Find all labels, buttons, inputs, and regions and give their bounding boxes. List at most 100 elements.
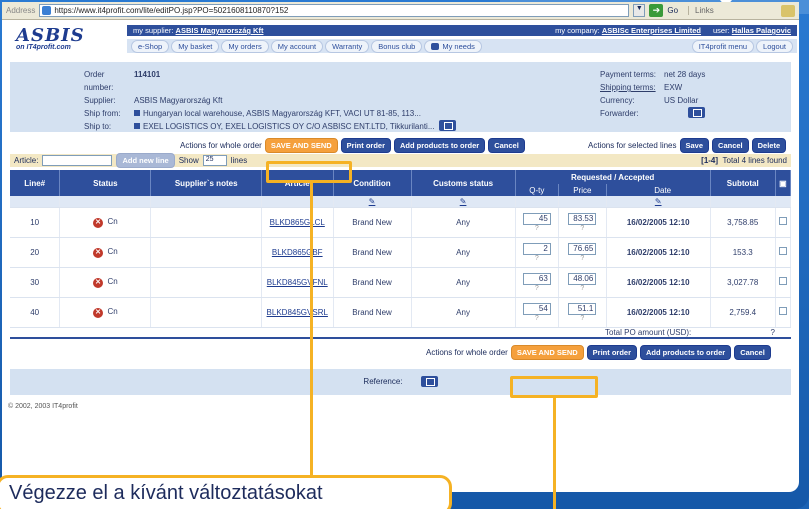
table-row: 40 ✕ Cn BLKD845GVSRL Brand New Any 54? 5… — [10, 297, 792, 328]
col-qty[interactable]: Q-ty — [515, 184, 559, 196]
col-customs-status[interactable]: Customs status — [411, 170, 516, 196]
supplier-field-label: Supplier: — [84, 96, 116, 105]
supplier-link[interactable]: ASBIS Magyarország Kft — [176, 26, 264, 35]
article-link[interactable]: BLKD865GLCL — [270, 218, 325, 227]
row-checkbox[interactable] — [778, 217, 787, 225]
edit-forwarder-icon[interactable] — [688, 107, 706, 118]
qty-input[interactable]: 63 — [522, 272, 551, 285]
qty-input[interactable]: 54 — [522, 302, 551, 315]
ship-from-label: Ship from: — [84, 109, 121, 118]
company-label: my company: — [555, 26, 600, 35]
bottom-add-products-button[interactable]: Add products to order — [640, 344, 732, 360]
table-row: 20 ✕ Cn BLKD865GBF Brand New Any 2? 76.6… — [10, 237, 792, 268]
tab-my-account[interactable]: My account — [270, 39, 324, 53]
tab-eshop[interactable]: e-Shop — [131, 39, 170, 53]
article-input[interactable] — [42, 155, 113, 166]
edit-date-icon[interactable]: ✎ — [655, 197, 662, 206]
condition-value: Brand New — [333, 237, 412, 268]
edit-reference-icon[interactable] — [420, 376, 438, 387]
cancel-lines-button[interactable]: Cancel — [712, 138, 749, 153]
col-subtotal[interactable]: Subtotal — [710, 170, 776, 196]
save-and-send-button[interactable]: SAVE AND SEND — [264, 138, 338, 153]
cancel-status-icon: ✕ — [93, 307, 104, 318]
cancel-order-button[interactable]: Cancel — [488, 138, 525, 153]
reference-label: Reference: — [363, 377, 403, 386]
print-order-button[interactable]: Print order — [340, 138, 392, 153]
url-text: https://www.it4profit.com/lite/editPO.js… — [54, 6, 289, 15]
table-row: 30 ✕ Cn BLKD845GVFNL Brand New Any 63? 4… — [10, 267, 792, 298]
shipping-terms-link[interactable]: Shipping terms: — [600, 81, 664, 94]
add-new-line-button[interactable]: Add new line — [116, 153, 175, 168]
qty-input[interactable]: 45 — [522, 212, 551, 225]
bottom-whole-order-label: Actions for whole order — [426, 347, 508, 357]
logo-text: ASBIS — [16, 25, 85, 46]
currency-value: US Dollar — [664, 96, 699, 105]
col-status[interactable]: Status — [59, 170, 152, 196]
edit-customs-icon[interactable]: ✎ — [460, 197, 467, 206]
asbis-logo[interactable]: ASBIS on IT4profit.com — [16, 25, 85, 51]
url-dropdown-button[interactable]: ▼ — [633, 4, 646, 17]
user-link[interactable]: Hallas Palagovic — [732, 26, 791, 35]
company-link[interactable]: ASBISc Enterprises Limited — [602, 26, 701, 35]
go-arrow-icon[interactable]: ➔ — [649, 4, 664, 17]
reference-panel: Reference: — [10, 368, 791, 395]
add-products-button[interactable]: Add products to order — [394, 138, 486, 153]
ship-to-flag-icon — [134, 123, 140, 129]
bottom-actions: Actions for whole order SAVE AND SEND Pr… — [10, 341, 791, 361]
col-date[interactable]: Date — [606, 184, 711, 196]
ship-to-label: Ship to: — [84, 122, 112, 131]
tab-my-basket[interactable]: My basket — [171, 39, 220, 53]
tab-my-needs[interactable]: My needs — [424, 39, 482, 53]
col-supplier-notes[interactable]: Supplier`s notes — [150, 170, 262, 196]
article-link[interactable]: BLKD845GVFNL — [267, 278, 328, 287]
article-link[interactable]: BLKD865GBF — [272, 248, 323, 257]
delete-lines-button[interactable]: Delete — [751, 138, 787, 153]
address-label: Address — [6, 6, 36, 15]
col-line[interactable]: Line# — [10, 170, 61, 196]
instruction-callout: Végezze el a kívánt változtatásokat — [0, 475, 452, 509]
order-number: 114101 — [134, 70, 161, 79]
col-price[interactable]: Price — [558, 184, 607, 196]
row-checkbox[interactable] — [778, 277, 787, 285]
edit-ship-to-icon[interactable] — [438, 120, 456, 131]
line-number: 40 — [10, 297, 61, 328]
tab-my-orders[interactable]: My orders — [221, 39, 269, 53]
bottom-cancel-button[interactable]: Cancel — [734, 344, 771, 360]
lines-per-page-select[interactable]: 25 — [202, 155, 227, 166]
tab-it4profit-menu[interactable]: IT4profit menu — [691, 39, 755, 53]
price-input[interactable]: 83.53 — [568, 212, 597, 225]
total-row: Total PO amount (USD): ? — [10, 328, 791, 339]
table-row: 10 ✕ Cn BLKD865GLCL Brand New Any 45? 83… — [10, 207, 792, 238]
bottom-print-order-button[interactable]: Print order — [586, 344, 638, 360]
forwarder-label: Forwarder: — [600, 109, 639, 118]
tab-warranty[interactable]: Warranty — [325, 39, 370, 53]
condition-value: Brand New — [333, 207, 412, 238]
price-input[interactable]: 76.65 — [568, 242, 597, 255]
subtotal-value: 3,758.85 — [710, 207, 776, 238]
edit-condition-icon[interactable]: ✎ — [369, 197, 376, 206]
tab-logout[interactable]: Logout — [756, 39, 793, 53]
qty-input[interactable]: 2 — [522, 242, 551, 255]
line-number: 20 — [10, 237, 61, 268]
tab-bonus-club[interactable]: Bonus club — [371, 39, 423, 53]
bottom-save-and-send-button[interactable]: SAVE AND SEND — [510, 344, 584, 360]
select-all-icon[interactable]: ▣ — [775, 170, 792, 196]
save-lines-button[interactable]: Save — [679, 138, 710, 153]
toolbar-icon[interactable] — [781, 4, 795, 17]
order-number-label: Order number: — [84, 70, 114, 92]
price-input[interactable]: 51.1 — [568, 302, 597, 315]
copyright: © 2002, 2003 IT4profit — [8, 402, 78, 410]
ship-from-value: Hungaryan local warehouse, ASBIS Magyaro… — [143, 109, 421, 118]
url-field[interactable]: https://www.it4profit.com/lite/editPO.js… — [39, 4, 630, 17]
customs-value: Any — [411, 267, 516, 298]
go-label[interactable]: Go — [667, 6, 678, 15]
lines-label: lines — [230, 156, 248, 165]
row-checkbox[interactable] — [778, 247, 787, 255]
price-input[interactable]: 48.06 — [568, 272, 597, 285]
row-checkbox[interactable] — [778, 307, 787, 315]
highlight-connector-bottom — [553, 398, 556, 509]
article-link[interactable]: BLKD845GVSRL — [267, 308, 328, 317]
links-button[interactable]: Links — [688, 6, 714, 15]
show-label: Show — [178, 156, 199, 165]
total-found: Total 4 lines found — [722, 156, 788, 165]
